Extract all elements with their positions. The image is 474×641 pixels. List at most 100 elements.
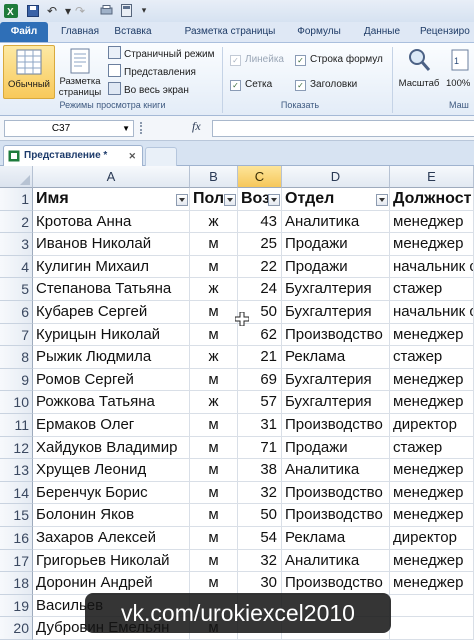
cell-name[interactable]: Степанова Татьяна [33,278,190,301]
fx-icon[interactable]: fx [192,119,201,134]
headings-checkbox[interactable]: ✓ Заголовки [295,77,357,92]
formula-input[interactable] [212,120,474,137]
cell-age[interactable]: 43 [238,210,282,234]
tab-insert[interactable]: Вставка [108,22,158,42]
cell-dept[interactable]: Производство [282,414,390,437]
cell-age[interactable]: 57 [238,391,282,414]
cell-role[interactable] [390,594,474,618]
cell-dept[interactable]: Аналитика [282,210,390,234]
cell-name[interactable]: Курицын Николай [33,323,190,347]
workbook-tab[interactable]: Представление * ✕ [3,145,143,166]
cell-role[interactable]: менеджер [390,210,474,234]
cell-name[interactable]: Хайдуков Владимир [33,436,190,460]
cell-dept[interactable]: Бухгалтерия [282,391,390,414]
cell-sex[interactable]: ж [190,391,238,414]
cell-name[interactable]: Рыжик Людмила [33,346,190,369]
undo-icon[interactable]: ↶ [44,3,60,18]
header-cell-dept[interactable]: Отдел [282,188,390,211]
cell-role[interactable]: начальник с [390,301,474,324]
cell-role[interactable]: менеджер [390,233,474,256]
cell-dept[interactable]: Реклама [282,527,390,550]
splitter-handle[interactable] [140,122,148,134]
cell-sex[interactable]: м [190,504,238,527]
row-header[interactable]: 13 [0,459,33,482]
row-header[interactable]: 19 [0,594,33,618]
header-cell-name[interactable]: Имя [33,188,190,211]
cell-age[interactable]: 32 [238,481,282,505]
row-header[interactable]: 16 [0,527,33,550]
new-workbook-tab[interactable] [145,147,177,166]
gridlines-checkbox[interactable]: ✓ Сетка [230,77,272,92]
spreadsheet-grid[interactable]: A B C D E 1 Имя Пол Воз Отдел Должност 2… [0,166,474,641]
cell-name[interactable]: Кулигин Михаил [33,255,190,279]
page-layout-button[interactable]: Разметка страницы [56,45,104,98]
cell-role[interactable]: менеджер [390,504,474,527]
close-icon[interactable]: ✕ [128,146,136,166]
chevron-down-icon[interactable]: ▼ [122,121,130,136]
row-header[interactable]: 8 [0,346,33,369]
tab-data[interactable]: Данные [356,22,408,42]
cell-role[interactable]: менеджер [390,549,474,573]
cell-role[interactable]: менеджер [390,368,474,392]
cell-age[interactable]: 62 [238,323,282,347]
normal-view-button[interactable]: Обычный [3,45,55,99]
cell-age[interactable]: 38 [238,459,282,482]
cell-role[interactable]: менеджер [390,391,474,414]
select-all-corner[interactable] [0,166,33,188]
save-icon[interactable] [25,3,41,18]
cell-sex[interactable]: м [190,459,238,482]
cell-role[interactable]: стажер [390,436,474,460]
cell-role[interactable]: директор [390,527,474,550]
cell-name[interactable]: Захаров Алексей [33,527,190,550]
cell-sex[interactable]: ж [190,346,238,369]
cell-dept[interactable]: Производство [282,572,390,595]
cell-sex[interactable]: м [190,549,238,573]
filter-dropdown-icon[interactable] [176,194,188,206]
cell-dept[interactable]: Продажи [282,255,390,279]
row-header[interactable]: 4 [0,255,33,279]
cell-dept[interactable]: Бухгалтерия [282,368,390,392]
column-header-d[interactable]: D [282,166,390,188]
tab-file[interactable]: Файл [0,22,48,42]
row-header[interactable]: 7 [0,323,33,347]
zoom-100-button[interactable]: 1 100% [446,45,474,97]
cell-sex[interactable]: м [190,481,238,505]
cell-name[interactable]: Ромов Сергей [33,368,190,392]
cell-role[interactable]: менеджер [390,572,474,595]
cell-dept[interactable]: Производство [282,481,390,505]
cell-age[interactable]: 71 [238,436,282,460]
filter-dropdown-icon[interactable] [376,194,388,206]
cell-sex[interactable]: ж [190,278,238,301]
zoom-button[interactable]: Масштаб [397,45,441,97]
cell-sex[interactable]: ж [190,210,238,234]
column-header-e[interactable]: E [390,166,474,188]
cell-role[interactable]: стажер [390,346,474,369]
cell-age[interactable]: 21 [238,346,282,369]
row-header[interactable]: 11 [0,414,33,437]
row-header[interactable]: 17 [0,549,33,573]
tab-home[interactable]: Главная [54,22,106,42]
column-header-b[interactable]: B [190,166,238,188]
cell-sex[interactable]: м [190,323,238,347]
cell-age[interactable]: 69 [238,368,282,392]
fullscreen-button[interactable]: Во весь экран [108,82,189,97]
ruler-checkbox[interactable]: ✓ Линейка [230,52,284,67]
cell-age[interactable]: 22 [238,255,282,279]
filter-dropdown-icon[interactable] [224,194,236,206]
cell-dept[interactable]: Производство [282,504,390,527]
row-header[interactable]: 3 [0,233,33,256]
cell-role[interactable]: менеджер [390,459,474,482]
cell-name[interactable]: Иванов Николай [33,233,190,256]
cell-sex[interactable]: м [190,572,238,595]
cell-sex[interactable]: м [190,368,238,392]
column-header-a[interactable]: A [33,166,190,188]
customize-icon[interactable]: ▾ [136,3,152,18]
cell-name[interactable]: Кротова Анна [33,210,190,234]
filter-dropdown-icon[interactable] [268,194,280,206]
tab-review[interactable]: Рецензиро [420,22,474,42]
cell-dept[interactable]: Реклама [282,346,390,369]
print-preview-icon[interactable] [98,3,114,18]
cell-dept[interactable]: Аналитика [282,549,390,573]
formula-bar-checkbox[interactable]: ✓ Строка формул [295,52,383,67]
cell-age[interactable]: 25 [238,233,282,256]
